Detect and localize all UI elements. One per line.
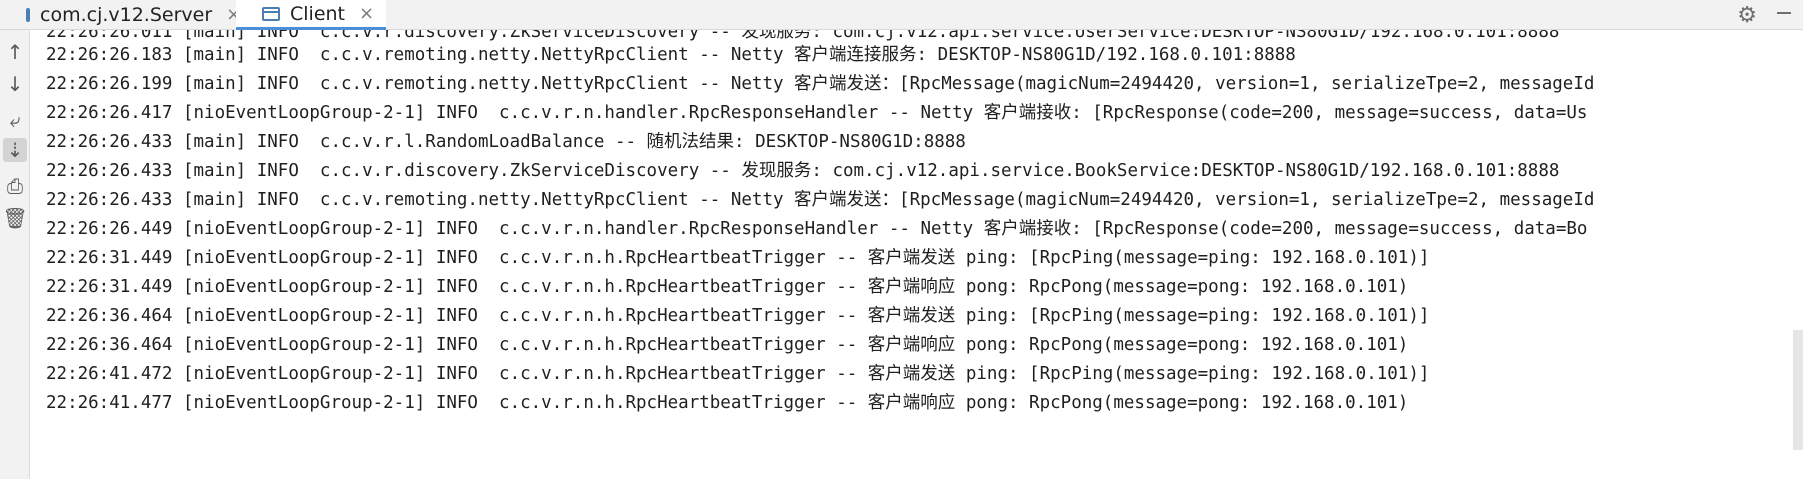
log-line: 22:26:36.464 [nioEventLoopGroup-2-1] INF…: [46, 306, 1430, 326]
log-line: 22:26:26.449 [nioEventLoopGroup-2-1] INF…: [46, 219, 1588, 239]
log-line: 22:26:31.449 [nioEventLoopGroup-2-1] INF…: [46, 277, 1409, 297]
log-line: 22:26:41.477 [nioEventLoopGroup-2-1] INF…: [46, 393, 1409, 413]
trash-icon[interactable]: 🗑: [2, 206, 27, 230]
log-line: 22:26:26.417 [nioEventLoopGroup-2-1] INF…: [46, 103, 1588, 123]
console-output[interactable]: 22:26:26.011 [main] INFO c.c.v.r.discove…: [30, 30, 1803, 479]
log-line: 22:26:31.449 [nioEventLoopGroup-2-1] INF…: [46, 248, 1430, 268]
vertical-scrollbar[interactable]: [1793, 330, 1803, 450]
tab-client[interactable]: Client ×: [236, 0, 386, 30]
log-line: 22:26:26.183 [main] INFO c.c.v.remoting.…: [46, 45, 1296, 65]
settings-gear-icon[interactable]: ⚙: [1737, 3, 1757, 28]
log-line: 22:26:26.433 [main] INFO c.c.v.r.l.Rando…: [46, 132, 966, 152]
run-tabs-bar: com.cj.v12.Server × Client × ⚙: [0, 0, 1803, 30]
log-line: 22:26:26.433 [main] INFO c.c.v.remoting.…: [46, 190, 1595, 210]
up-arrow-icon[interactable]: ↑: [3, 40, 27, 64]
console-window-icon: [262, 6, 280, 21]
log-line: 22:26:26.199 [main] INFO c.c.v.remoting.…: [46, 74, 1595, 94]
log-line: 22:26:36.464 [nioEventLoopGroup-2-1] INF…: [46, 335, 1409, 355]
tab-server[interactable]: com.cj.v12.Server ×: [0, 0, 241, 29]
print-icon[interactable]: ⎙: [3, 174, 27, 198]
log-line: 22:26:26.433 [main] INFO c.c.v.r.discove…: [46, 161, 1560, 181]
tab-label: Client: [290, 2, 346, 25]
log-line: 22:26:41.472 [nioEventLoopGroup-2-1] INF…: [46, 364, 1430, 384]
minimize-icon[interactable]: [1777, 12, 1791, 14]
scroll-to-end-icon[interactable]: ⇣: [3, 138, 27, 162]
console-window-icon: [26, 7, 30, 22]
down-arrow-icon[interactable]: ↓: [3, 72, 27, 96]
soft-wrap-icon[interactable]: ⤶: [3, 108, 27, 132]
tab-label: com.cj.v12.Server: [40, 3, 213, 26]
console-toolbar: ↑ ↓ ⤶ ⇣ ⎙ 🗑: [0, 30, 30, 479]
close-icon[interactable]: ×: [359, 4, 374, 23]
